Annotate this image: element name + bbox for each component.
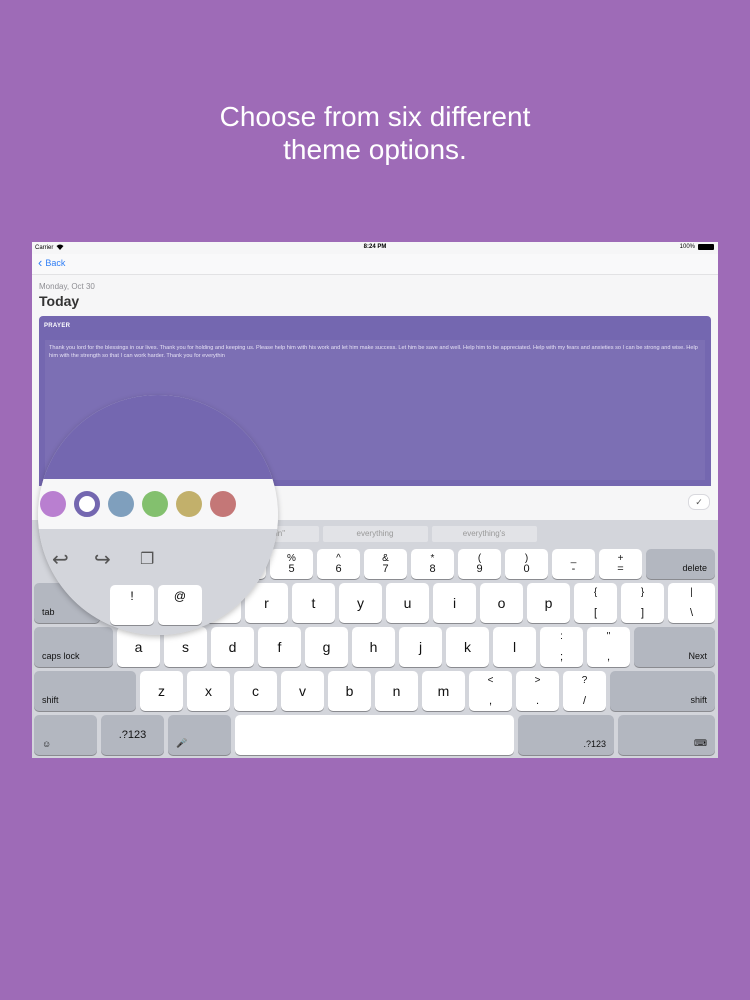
key-h[interactable]: h	[352, 627, 395, 667]
headline: Choose from six different theme options.	[0, 100, 750, 166]
key-greater-than[interactable]: >.	[516, 671, 559, 711]
emoji-key[interactable]: ☺	[34, 715, 97, 755]
suggestion-3[interactable]: everything's	[431, 526, 537, 542]
key-m[interactable]: m	[422, 671, 465, 711]
done-check-button[interactable]: ✓	[688, 494, 710, 510]
hide-keyboard-key[interactable]: ⌨	[618, 715, 715, 755]
emoji-icon: ☺	[42, 739, 52, 749]
key-0[interactable]: ) 0	[505, 549, 548, 579]
back-button[interactable]: ‹ Back	[38, 255, 66, 270]
key-question[interactable]: ? /	[563, 671, 606, 711]
microphone-icon: 🎤	[176, 738, 188, 748]
key-8[interactable]: * 8	[411, 549, 454, 579]
battery-area: 100%	[680, 244, 714, 250]
undo-icon[interactable]: ↩	[52, 547, 69, 572]
shift-left-key[interactable]: shift	[34, 671, 136, 711]
chevron-left-icon: ‹	[38, 255, 43, 270]
key-6[interactable]: ^ 6	[317, 549, 360, 579]
delete-key[interactable]: delete	[646, 549, 715, 579]
microphone-key[interactable]: 🎤	[168, 715, 231, 755]
key-o[interactable]: o	[480, 583, 523, 623]
magnified-key-q[interactable]: !	[110, 585, 154, 625]
numbers-right-key[interactable]: .?123	[518, 715, 614, 755]
key-u[interactable]: u	[386, 583, 429, 623]
paste-icon[interactable]: ❐	[140, 549, 154, 569]
headline-line-2: theme options.	[283, 134, 467, 165]
navigation-bar: ‹ Back	[32, 254, 718, 275]
headline-line-1: Choose from six different	[219, 101, 531, 132]
next-key[interactable]: Next	[634, 627, 715, 667]
checkmark-icon: ✓	[695, 497, 703, 507]
page-title: Today	[39, 293, 80, 309]
shift-right-key[interactable]: shift	[610, 671, 715, 711]
key-equals[interactable]: + =	[599, 549, 642, 579]
key-v[interactable]: v	[281, 671, 324, 711]
key-y[interactable]: y	[339, 583, 382, 623]
suggestion-2[interactable]: everything	[322, 526, 428, 542]
key-b[interactable]: b	[328, 671, 371, 711]
key-backslash[interactable]: | \	[668, 583, 715, 623]
magnified-card	[38, 395, 278, 479]
redo-icon[interactable]: ↪	[94, 547, 111, 572]
theme-swatch-rose[interactable]	[210, 491, 236, 517]
theme-swatch-blue-grey[interactable]	[108, 491, 134, 517]
section-label: PRAYER	[44, 323, 71, 329]
key-n[interactable]: n	[375, 671, 418, 711]
key-l[interactable]: l	[493, 627, 536, 667]
key-p[interactable]: p	[527, 583, 570, 623]
status-time: 8:24 PM	[363, 244, 387, 250]
key-x[interactable]: x	[187, 671, 230, 711]
key-c[interactable]: c	[234, 671, 277, 711]
theme-swatch-indigo[interactable]	[74, 491, 100, 517]
key-7[interactable]: & 7	[364, 549, 407, 579]
battery-icon	[698, 244, 714, 250]
key-k[interactable]: k	[446, 627, 489, 667]
battery-percent: 100%	[679, 244, 695, 250]
space-bar[interactable]	[235, 715, 514, 755]
key-less-than[interactable]: <,	[469, 671, 512, 711]
entry-date: Monday, Oct 30	[39, 282, 95, 291]
key-i[interactable]: i	[433, 583, 476, 623]
keyboard-hide-icon: ⌨	[694, 738, 707, 748]
theme-swatch-olive[interactable]	[176, 491, 202, 517]
key-g[interactable]: g	[305, 627, 348, 667]
key-semicolon[interactable]: :;	[540, 627, 583, 667]
magnified-key-w[interactable]: @	[158, 585, 202, 625]
theme-magnifier: ↩ ↪ ❐ ! @	[38, 395, 278, 635]
key-z[interactable]: z	[140, 671, 183, 711]
key-j[interactable]: j	[399, 627, 442, 667]
key-t[interactable]: t	[292, 583, 335, 623]
theme-swatch-green[interactable]	[142, 491, 168, 517]
numbers-left-key[interactable]: .?123	[101, 715, 164, 755]
key-quote[interactable]: ",	[587, 627, 630, 667]
key-9[interactable]: (9	[458, 549, 501, 579]
status-bar: Carrier 8:24 PM 100%	[32, 242, 718, 254]
prayer-text: Thank you lord for the blessings in our …	[49, 345, 698, 359]
theme-swatch-lilac[interactable]	[40, 491, 66, 517]
back-label: Back	[45, 258, 66, 268]
key-bracket-left[interactable]: {[	[574, 583, 617, 623]
key-bracket-right[interactable]: }]	[621, 583, 664, 623]
key-minus[interactable]: _ -	[552, 549, 595, 579]
